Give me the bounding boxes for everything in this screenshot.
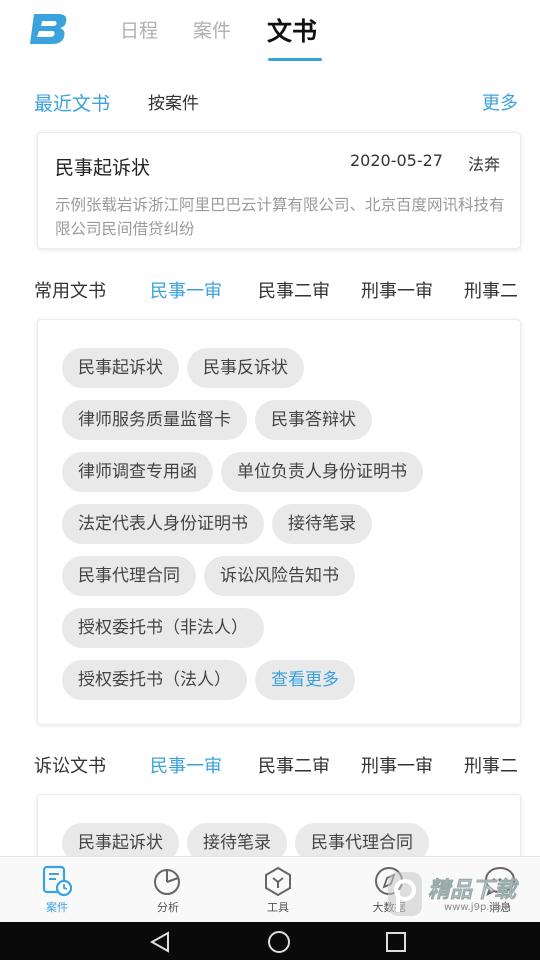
nav-tools-label: 工具	[267, 901, 289, 914]
document-title: 民事起诉状	[55, 157, 151, 179]
see-more-chip[interactable]: 查看更多	[255, 660, 355, 700]
common-tab-civil-first[interactable]: 民事一审	[150, 277, 222, 303]
chip-lawyer-investigation-letter[interactable]: 律师调查专用函	[62, 452, 213, 492]
litigation-tab-civil-first[interactable]: 民事一审	[150, 752, 222, 778]
chip-litigation-risk-notice[interactable]: 诉讼风险告知书	[204, 556, 355, 596]
back-icon[interactable]	[148, 930, 172, 954]
chip-power-of-attorney-legal[interactable]: 授权委托书（法人）	[62, 660, 247, 700]
common-tab-criminal-first[interactable]: 刑事一审	[361, 277, 433, 303]
common-docs-card: 民事起诉状 民事反诉状 律师服务质量监督卡 民事答辩状 律师调查专用函 单位负责人身份…	[37, 319, 521, 725]
litigation-docs-header: 诉讼文书 民事一审 民事二审 刑事一审 刑事二	[0, 752, 540, 782]
app-logo-icon	[30, 14, 67, 44]
top-bar: 日程 案件 文书	[0, 0, 540, 70]
watermark-url: www.j9p.com	[444, 902, 511, 913]
main-content: 最近文书 按案件 更多 民事起诉状 2020-05-27 法奔 示例张载岩诉浙江…	[0, 70, 540, 894]
common-docs-chips: 民事起诉状 民事反诉状 律师服务质量监督卡 民事答辩状 律师调查专用函 单位负责人身份…	[62, 348, 512, 712]
nav-analysis-label: 分析	[157, 901, 179, 914]
active-tab-indicator	[268, 58, 322, 61]
system-nav-bar	[0, 922, 540, 960]
nav-cases-label: 案件	[46, 901, 68, 914]
tab-documents[interactable]: 文书	[267, 12, 317, 48]
common-tab-criminal-second[interactable]: 刑事二	[464, 277, 518, 303]
common-docs-title: 常用文书	[34, 281, 106, 302]
chip-civil-agency-contract[interactable]: 民事代理合同	[62, 556, 196, 596]
chip-legal-rep-identity[interactable]: 法定代表人身份证明书	[62, 504, 264, 544]
chip-civil-counterclaim[interactable]: 民事反诉状	[187, 348, 304, 388]
tool-icon	[265, 866, 291, 897]
chip-unit-head-identity[interactable]: 单位负责人身份证明书	[221, 452, 423, 492]
watermark: 精品下载 www.j9p.com	[384, 868, 540, 924]
document-author: 法奔	[468, 155, 501, 174]
common-docs-header: 常用文书 民事一审 民事二审 刑事一审 刑事二	[0, 277, 540, 307]
chip-power-of-attorney-non-legal[interactable]: 授权委托书（非法人）	[62, 608, 264, 648]
home-icon[interactable]	[266, 929, 292, 955]
litigation-tab-criminal-first[interactable]: 刑事一审	[361, 752, 433, 778]
chip-reception-record[interactable]: 接待笔录	[272, 504, 372, 544]
pie-chart-icon	[154, 869, 180, 895]
litigation-tab-civil-second[interactable]: 民事二审	[258, 752, 330, 778]
by-case-tab[interactable]: 按案件	[148, 89, 199, 114]
watermark-text: 精品下载	[428, 878, 517, 904]
tab-schedule[interactable]: 日程	[120, 16, 158, 43]
nav-analysis[interactable]: 分析	[133, 865, 203, 915]
nav-tools[interactable]: 工具	[243, 865, 313, 915]
recent-document-card[interactable]: 民事起诉状 2020-05-27 法奔 示例张载岩诉浙江阿里巴巴云计算有限公司、…	[37, 132, 521, 249]
litigation-docs-title: 诉讼文书	[34, 756, 106, 777]
common-tab-civil-second[interactable]: 民事二审	[258, 277, 330, 303]
litigation-tab-criminal-second[interactable]: 刑事二	[464, 752, 518, 778]
document-date: 2020-05-27	[350, 151, 443, 170]
nav-cases[interactable]: 案件	[22, 865, 92, 915]
recent-docs-title[interactable]: 最近文书	[34, 89, 110, 116]
tab-cases[interactable]: 案件	[193, 16, 231, 43]
recent-header: 最近文书 按案件 更多	[0, 89, 540, 119]
more-link[interactable]: 更多	[482, 89, 518, 115]
chip-lawyer-service-card[interactable]: 律师服务质量监督卡	[62, 400, 247, 440]
case-icon	[42, 865, 73, 897]
watermark-logo-icon	[388, 872, 422, 916]
document-description: 示例张载岩诉浙江阿里巴巴云计算有限公司、北京百度网讯科技有限公司民间借贷纠纷	[55, 196, 505, 238]
chip-civil-complaint[interactable]: 民事起诉状	[62, 348, 179, 388]
chip-civil-defense[interactable]: 民事答辩状	[255, 400, 372, 440]
recents-icon[interactable]	[384, 930, 408, 954]
